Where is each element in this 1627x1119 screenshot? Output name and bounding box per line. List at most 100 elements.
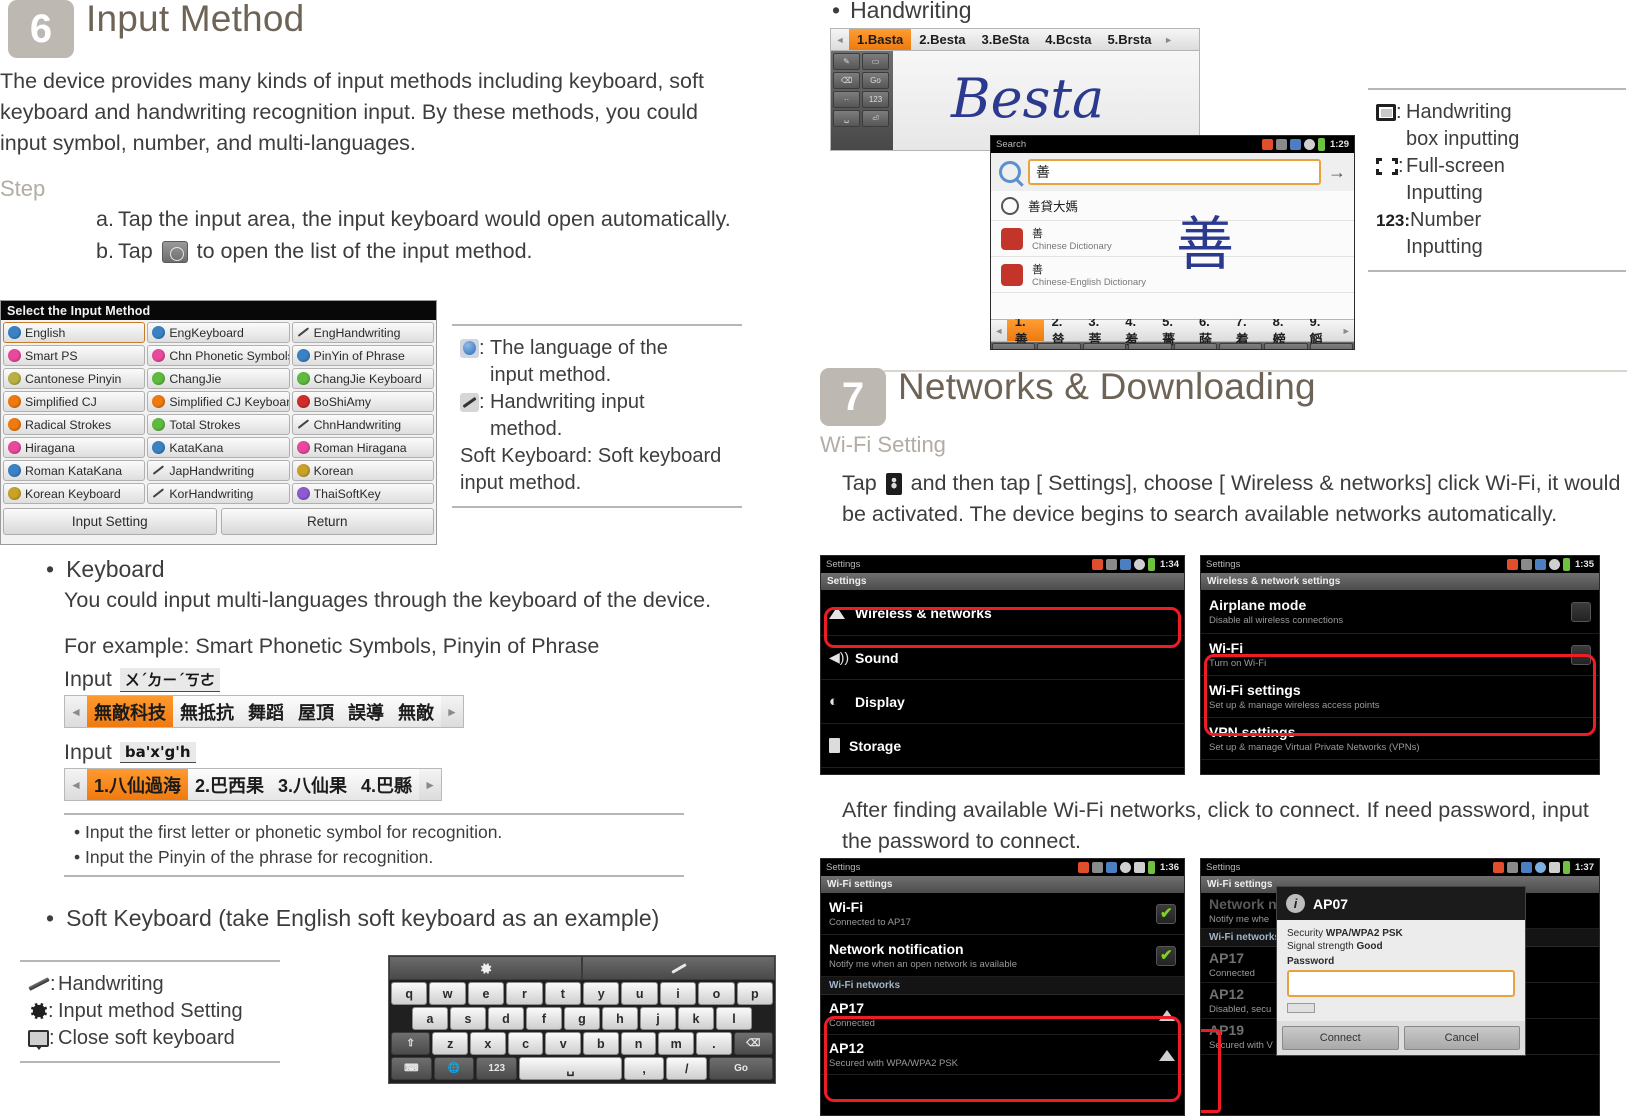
search-input[interactable]: 善 [1028, 159, 1321, 185]
hw-candidate-item-1[interactable]: 2.Besta [911, 29, 973, 50]
soft-keyboard-key-q[interactable]: q [391, 982, 428, 1005]
search-submit-icon[interactable]: → [1328, 162, 1346, 183]
network-notification-checkbox[interactable] [1156, 945, 1176, 966]
hw-side-key-6[interactable]: ␣ [833, 110, 860, 127]
candidate-2-next-arrow[interactable]: ► [419, 769, 442, 800]
hw-candidate-next-arrow[interactable]: ► [1160, 29, 1178, 50]
search-result-2[interactable]: 善 Chinese-English Dictionary [991, 257, 1354, 293]
globe-key[interactable]: 🌐 [433, 1057, 475, 1080]
wifi-enabled-checkbox[interactable] [1156, 903, 1176, 924]
im-item-7[interactable]: ChangJie [147, 368, 290, 389]
search-keybar-key-7[interactable] [1309, 343, 1353, 349]
im-item-13[interactable]: Total Strokes [147, 414, 290, 435]
soft-keyboard-key-w[interactable]: w [429, 982, 466, 1005]
hw-side-key-7[interactable]: ⏎ [862, 110, 889, 127]
im-item-17[interactable]: Roman Hiragana [291, 437, 434, 458]
soft-keyboard-key-r[interactable]: r [506, 982, 543, 1005]
soft-keyboard-key-s[interactable]: s [449, 1007, 486, 1030]
soft-keyboard-key-h[interactable]: h [601, 1007, 638, 1030]
handwriting-candidate-bar[interactable]: ◄ 1.Basta 2.Besta 3.BeSta 4.Bcsta 5.Brsta ► [830, 28, 1200, 51]
candidate-1-item-0[interactable]: 無敵科技 [87, 696, 173, 727]
soft-keyboard-key-u[interactable]: u [621, 982, 658, 1005]
search-candidate-item-8[interactable]: 9.饀 [1301, 314, 1338, 347]
wifi-password-screen[interactable]: Settings 1:37 Wi-Fi settings Network n N… [1200, 858, 1600, 1116]
wireless-row-airplane[interactable]: Airplane mode Disable all wireless conne… [1201, 590, 1599, 634]
password-input[interactable] [1287, 970, 1515, 997]
soft-keyboard-row-3[interactable]: ⇧ zxcvbnm. ⌫ [389, 1030, 775, 1055]
search-candidate-item-7[interactable]: 8.艕 [1265, 314, 1302, 347]
soft-keyboard-key-j[interactable]: j [640, 1007, 677, 1030]
settings-row-display[interactable]: ◐ Display [821, 680, 1184, 724]
search-candidate-item-4[interactable]: 5.薔 [1154, 314, 1191, 347]
im-item-19[interactable]: JapHandwriting [147, 460, 290, 481]
wifi-settings-row-notify[interactable]: Network notification Notify me when an o… [821, 935, 1184, 977]
connect-button[interactable]: Connect [1282, 1026, 1399, 1050]
soft-keyboard-key-c[interactable]: c [507, 1032, 544, 1055]
search-candidate-item-6[interactable]: 7.着 [1228, 314, 1265, 347]
shift-key[interactable]: ⇧ [391, 1032, 431, 1055]
soft-keyboard-key-g[interactable]: g [563, 1007, 600, 1030]
search-candidate-item-3[interactable]: 4.羞 [1117, 314, 1154, 347]
search-candidate-item-5[interactable]: 6.蒢 [1191, 314, 1228, 347]
candidate-1-item-4[interactable]: 誤導 [341, 696, 391, 727]
soft-keyboard-handwriting-key[interactable] [582, 956, 775, 980]
soft-keyboard-row-2-keys[interactable]: asdfghjkl [411, 1007, 753, 1030]
soft-keyboard-key-k[interactable]: k [678, 1007, 715, 1030]
soft-keyboard-key-d[interactable]: d [487, 1007, 524, 1030]
wifi-password-dialog[interactable]: i AP07 Security WPA/WPA2 PSK Signal stre… [1276, 886, 1526, 1056]
handwriting-side-keys[interactable]: ✎ ▭ ⌫ Go ·· 123 ␣ ⏎ [831, 51, 893, 150]
search-results[interactable]: 善貸大媽 善 Chinese Dictionary 善 Chinese-Engl… [991, 191, 1354, 319]
soft-keyboard-key-f[interactable]: f [525, 1007, 562, 1030]
soft-keyboard-row-2[interactable]: asdfghjkl [389, 1005, 775, 1030]
hw-candidate-item-4[interactable]: 5.Brsta [1099, 29, 1159, 50]
soft-keyboard-key-b[interactable]: b [583, 1032, 619, 1055]
backspace-key[interactable]: ⌫ [733, 1032, 774, 1055]
hw-side-key-4[interactable]: ·· [833, 91, 860, 108]
candidate-2-item-1[interactable]: 2.巴西果 [188, 769, 271, 800]
hw-side-key-1[interactable]: ▭ [862, 53, 889, 70]
go-key[interactable]: Go [709, 1057, 774, 1080]
soft-keyboard-key-o[interactable]: o [698, 982, 735, 1005]
soft-keyboard-key-y[interactable]: y [583, 982, 620, 1005]
soft-keyboard-key-i[interactable]: i [659, 982, 697, 1005]
settings-row-wireless[interactable]: Wireless & networks [821, 590, 1184, 636]
search-bar[interactable]: 善 → [991, 153, 1354, 191]
soft-keyboard-key-.[interactable]: . [696, 1032, 732, 1055]
im-item-10[interactable]: Simplified CJ Keyboard [147, 391, 290, 412]
wireless-row-wifi[interactable]: Wi-Fi Turn on Wi-Fi [1201, 634, 1599, 676]
hw-candidate-item-3[interactable]: 4.Bcsta [1037, 29, 1099, 50]
wireless-settings-screen[interactable]: Settings 1:35 Wireless & network setting… [1200, 555, 1600, 775]
im-item-0[interactable]: English [3, 322, 146, 343]
comma-key[interactable]: , [623, 1057, 665, 1080]
im-item-6[interactable]: Cantonese Pinyin [3, 368, 146, 389]
show-password-checkbox[interactable] [1287, 1003, 1315, 1013]
soft-keyboard-key-m[interactable]: m [658, 1032, 694, 1055]
wifi-settings-screen[interactable]: Settings 1:36 Wi-Fi settings Wi-Fi Conne… [820, 858, 1185, 1116]
search-keybar-key-2[interactable] [1082, 343, 1127, 349]
hw-candidate-prev-arrow[interactable]: ◄ [831, 29, 849, 50]
soft-keyboard-row-4[interactable]: ⌨ 🌐 123 ␣ , / Go [389, 1055, 775, 1080]
search-candidate-item-1[interactable]: 2.㫺 [1044, 314, 1081, 347]
slash-key[interactable]: / [666, 1057, 708, 1080]
search-keybar-key-4[interactable] [1173, 343, 1217, 349]
wifi-toggle[interactable] [1571, 644, 1591, 665]
candidate-bar-1[interactable]: ◄ 無敵科技 無抵抗 舞蹈 屋頂 誤導 無敵 ► [64, 695, 464, 728]
soft-keyboard-key-p[interactable]: p [736, 982, 774, 1005]
numbers-key[interactable]: 123 [476, 1057, 518, 1080]
search-keybar-key-5[interactable] [1218, 343, 1263, 349]
space-key[interactable]: ␣ [519, 1057, 622, 1080]
select-input-method-panel[interactable]: Select the Input Method English EngKeyboa… [0, 300, 437, 545]
settings-row-sound[interactable]: ◀)) Sound [821, 636, 1184, 680]
search-screen[interactable]: Search 1:29 善 → 善貸大媽 善 Chinese Dictionar… [990, 135, 1355, 350]
airplane-toggle[interactable] [1571, 601, 1591, 622]
im-item-9[interactable]: Simplified CJ [3, 391, 146, 412]
candidate-1-item-3[interactable]: 屋頂 [291, 696, 341, 727]
hw-side-key-0[interactable]: ✎ [833, 53, 860, 70]
candidate-2-item-2[interactable]: 3.八仙果 [271, 769, 354, 800]
search-result-0[interactable]: 善貸大媽 [991, 191, 1354, 221]
im-item-1[interactable]: EngKeyboard [147, 322, 290, 343]
candidate-1-prev-arrow[interactable]: ◄ [65, 696, 87, 727]
search-candidate-prev-arrow[interactable]: ◄ [991, 320, 1007, 341]
search-candidate-next-arrow[interactable]: ► [1338, 320, 1354, 341]
soft-keyboard-key-a[interactable]: a [411, 1007, 448, 1030]
